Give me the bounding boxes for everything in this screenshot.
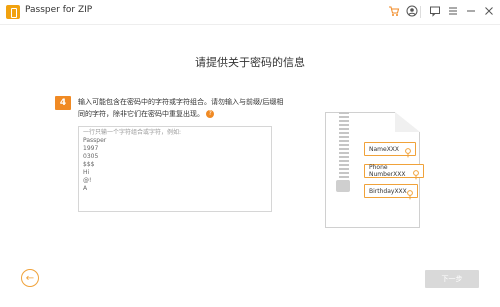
zipper-icon (339, 112, 349, 182)
textarea-line: 1997 (83, 145, 99, 152)
back-arrow-icon: ← (25, 272, 35, 284)
zipper-pull-icon (336, 180, 350, 192)
zip-file-fold (395, 112, 420, 132)
textarea-line: Passper (83, 137, 107, 144)
account-icon[interactable] (405, 4, 419, 18)
textarea-line: @! (83, 177, 92, 184)
help-icon[interactable]: ? (206, 110, 215, 118)
key-icon (404, 143, 412, 158)
textarea-line: 0305 (83, 153, 99, 160)
key-icon (412, 165, 420, 180)
step-badge: 4 (55, 96, 71, 110)
textarea-placeholder: 一行只输一个字符组合或字符，例如: (83, 129, 182, 136)
page-title: 请提供关于密码的信息 (195, 56, 305, 69)
next-button[interactable]: 下一步 (425, 270, 479, 288)
cart-icon[interactable] (387, 4, 401, 18)
title-bar: Passper for ZIP (0, 0, 500, 25)
app-logo-icon (6, 5, 20, 19)
textarea-line: A (83, 185, 88, 192)
instruction-label: 输入可能包含在密码中的字符或字符组合。请勿输入与前缀/后缀相同的字符，除非它们在… (78, 98, 284, 118)
hint-tag-label: NameXXX (369, 145, 400, 153)
close-icon[interactable] (482, 4, 496, 18)
key-icon (406, 185, 414, 200)
instruction-text: 输入可能包含在密码中的字符或字符组合。请勿输入与前缀/后缀相同的字符，除非它们在… (78, 96, 288, 120)
textarea-line: $$$ (83, 161, 95, 168)
feedback-icon[interactable] (428, 4, 442, 18)
back-button[interactable]: ← (21, 269, 39, 287)
app-title: Passper for ZIP (25, 5, 93, 15)
menu-icon[interactable] (446, 4, 460, 18)
character-input-area[interactable]: 一行只输一个字符组合或字符，例如: Passper 1997 0305 $$$ … (78, 126, 272, 212)
hint-tag-label: BirthdayXXX (369, 187, 407, 195)
textarea-line: Hi (83, 169, 90, 176)
minimize-icon[interactable] (464, 4, 478, 18)
titlebar-divider (420, 6, 421, 18)
